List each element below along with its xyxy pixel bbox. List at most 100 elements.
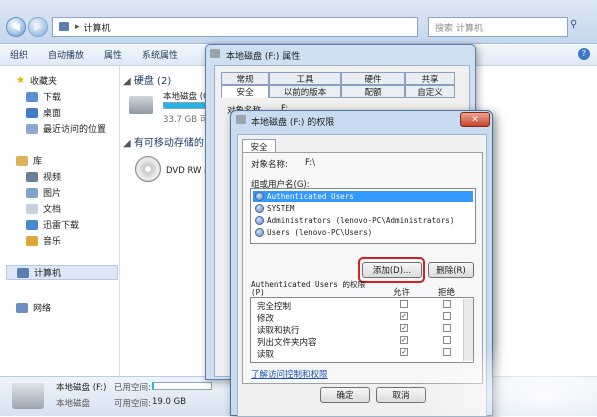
download-folder-icon [26,219,38,230]
tab-security[interactable]: 安全 [221,85,269,98]
close-button[interactable]: ✕ [460,112,490,127]
nav-item-music[interactable]: 音乐 [26,234,61,247]
navigation-pane: ★ 收藏夹 下载 桌面 最近访问的位置 库 视频 图片 文档 迅雷下载 音乐 计算… [0,66,120,376]
permissions-for-shortcut: (P) [251,288,265,297]
deny-checkbox[interactable] [443,300,451,308]
search-input[interactable]: 搜索 计算机 [428,17,568,37]
nav-item-thunder-downloads[interactable]: 迅雷下载 [26,218,79,231]
watermark-overlay [420,346,597,416]
user-group-icon [255,228,264,237]
address-text: 计算机 [83,23,111,34]
tab-general[interactable]: 常规 [221,72,269,85]
hard-drive-icon [129,96,153,114]
nav-item-recent[interactable]: 最近访问的位置 [26,122,106,135]
group-name: Administrators (lenovo-PC\Administrators… [267,216,455,225]
tab-sharing[interactable]: 共享 [405,72,455,85]
list-item[interactable]: Users (lenovo-PC\Users) [253,227,473,238]
list-item[interactable]: Authenticated Users [253,191,473,202]
tab-quota[interactable]: 配额 [341,85,405,98]
list-item[interactable]: SYSTEM [253,203,473,214]
tab-security[interactable]: 安全 [242,139,276,153]
deny-checkbox[interactable] [443,324,451,332]
tab-tools[interactable]: 工具 [269,72,341,85]
forward-arrow-icon: ▶ [34,21,42,33]
allow-checkbox[interactable]: ✓ [400,336,408,344]
back-button[interactable]: ◀ [6,17,26,37]
nav-libraries-label: 库 [33,157,43,167]
deny-checkbox[interactable] [443,336,451,344]
group-name: SYSTEM [267,204,295,213]
permission-name: 修改 [257,314,275,324]
tab-customize[interactable]: 自定义 [405,85,455,98]
ok-button[interactable]: 确定 [320,387,370,403]
group-name: Users (lenovo-PC\Users) [267,228,373,237]
nav-item-downloads[interactable]: 下载 [26,90,61,103]
nav-item-label: 迅雷下载 [43,221,80,231]
nav-item-label: 最近访问的位置 [43,125,107,135]
library-icon [16,155,28,166]
search-icon[interactable]: ⚲ [570,19,584,33]
permission-name: 读取和执行 [257,326,300,336]
group-user-list[interactable]: Authenticated Users SYSTEM Administrator… [250,188,476,244]
nav-network[interactable]: 网络 [16,301,51,314]
properties-button[interactable]: 属性 [94,48,132,61]
computer-icon [59,22,69,31]
permission-name: 列出文件夹内容 [257,338,317,348]
permission-row: 读取 [257,348,447,360]
document-icon [26,203,38,214]
permission-row: 完全控制 [257,300,447,312]
picture-icon [26,187,38,198]
details-drive-name: 本地磁盘 (F:) [56,383,107,393]
nav-item-label: 下载 [43,93,62,103]
nav-item-label: 视频 [43,173,62,183]
allow-checkbox[interactable] [400,300,408,308]
group-name: Authenticated Users [267,192,354,201]
list-item[interactable]: Administrators (lenovo-PC\Administrators… [253,215,473,226]
drive-c-name[interactable]: 本地磁盘 (C [163,90,209,102]
collapse-icon: ◢ [123,138,134,149]
nav-favorites[interactable]: ★ 收藏夹 [16,74,57,87]
learn-permissions-link[interactable]: 了解访问控制和权限 [251,368,328,380]
deny-checkbox[interactable] [443,312,451,320]
permission-name: 完全控制 [257,302,292,312]
allow-checkbox[interactable]: ✓ [400,348,408,356]
tab-hardware[interactable]: 硬件 [341,72,405,85]
nav-item-documents[interactable]: 文档 [26,202,61,215]
collapse-icon: ◢ [123,76,134,87]
object-name-label: 对象名称: [251,160,288,170]
remove-button[interactable]: 删除(R) [428,262,474,278]
hard-disks-header[interactable]: ◢ 硬盘 (2) [123,72,171,87]
nav-item-label: 图片 [43,189,62,199]
details-free-value: 19.0 GB [152,397,187,407]
permission-name: 读取 [257,350,275,360]
allow-checkbox[interactable]: ✓ [400,324,408,332]
breadcrumb-separator-icon: ▸ [75,22,80,32]
autoplay-button[interactable]: 自动播放 [38,48,94,61]
address-field[interactable]: ▸ 计算机 [52,17,418,37]
nav-item-pictures[interactable]: 图片 [26,186,61,199]
removable-header[interactable]: ◢ 有可移动存储的 [123,134,204,149]
help-icon[interactable]: ? [578,48,590,60]
details-usage-bar [152,382,212,390]
allow-checkbox[interactable]: ✓ [400,312,408,320]
nav-libraries[interactable]: 库 [16,154,42,167]
cancel-button[interactable]: 取消 [376,387,426,403]
permissions-title: 本地磁盘 (F:) 的权限 [251,118,335,128]
tab-previous-versions[interactable]: 以前的版本 [269,85,341,98]
explorer-address-bar: ◀ ▶ ▸ 计算机 搜索 计算机 ⚲ [0,0,597,44]
permission-row: 列出文件夹内容 [257,336,447,348]
organize-button[interactable]: 组织 [0,48,38,61]
permissions-for-label: Authenticated Users 的权限 [251,280,366,289]
nav-item-videos[interactable]: 视频 [26,170,61,183]
nav-item-label: 文档 [43,205,62,215]
forward-button[interactable]: ▶ [28,17,48,37]
nav-item-label: 桌面 [43,109,62,119]
nav-item-desktop[interactable]: 桌面 [26,106,61,119]
nav-favorites-label: 收藏夹 [29,77,57,87]
removable-label: 有可移动存储的 [133,138,204,149]
nav-computer[interactable]: 计算机 [6,265,118,280]
drive-small-icon [210,49,220,58]
search-placeholder: 搜索 计算机 [435,23,483,34]
system-properties-button[interactable]: 系统属性 [132,48,188,61]
hard-disks-label: 硬盘 (2) [133,76,172,87]
